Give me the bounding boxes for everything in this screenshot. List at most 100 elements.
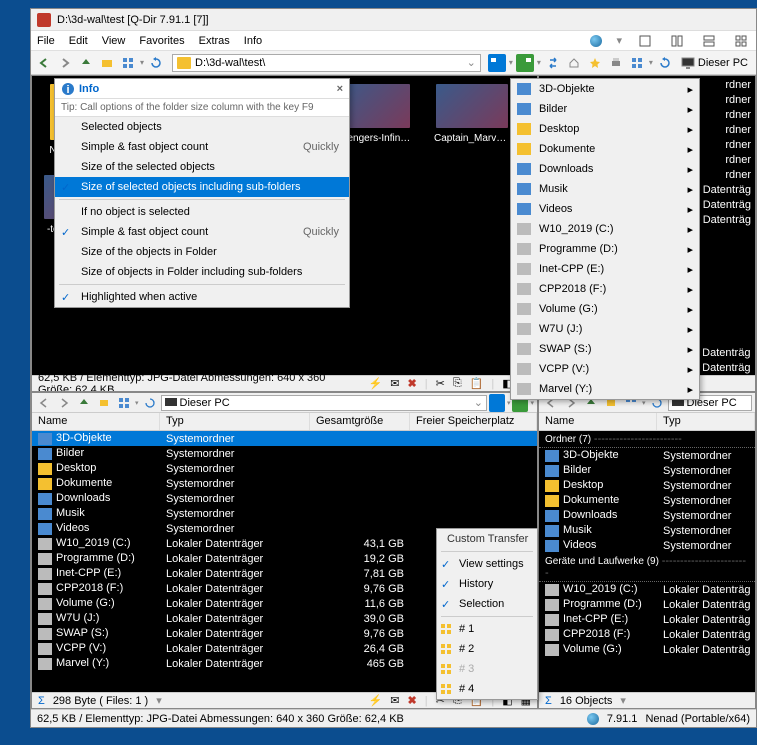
info-menu-item[interactable]: ✓Highlighted when active [55, 287, 349, 307]
print-icon[interactable] [607, 54, 625, 72]
menu-info[interactable]: Info [244, 35, 262, 47]
table-row[interactable]: VideosSystemordner [539, 538, 755, 553]
pane-2-icon[interactable] [516, 54, 534, 72]
refresh2-icon[interactable] [656, 54, 674, 72]
table-row[interactable]: 3D-ObjekteSystemordner [539, 448, 755, 463]
grid-icon[interactable] [628, 54, 646, 72]
table-row[interactable]: 3D-ObjekteSystemordner [32, 431, 537, 446]
col-size[interactable]: Gesamtgröße [310, 413, 410, 430]
col-name[interactable]: Name [32, 413, 160, 430]
fav-menu-item[interactable]: Musik▸ [511, 179, 699, 199]
paste-icon[interactable]: 📋 [470, 377, 484, 390]
table-row[interactable]: W10_2019 (C:)Lokaler Datenträg [539, 582, 755, 597]
layout-1-icon[interactable] [636, 32, 654, 50]
fav-menu-item[interactable]: Dokumente▸ [511, 139, 699, 159]
transfer-menu-item[interactable]: ✓History [437, 574, 537, 594]
home-icon[interactable] [565, 54, 583, 72]
info-menu-item[interactable]: Selected objects [55, 117, 349, 137]
table-row[interactable]: MusikSystemordner [32, 506, 537, 521]
table-row[interactable]: MusikSystemordner [539, 523, 755, 538]
table-row[interactable]: DokumenteSystemordner [539, 493, 755, 508]
menu-view[interactable]: View [102, 35, 126, 47]
bl-up-icon[interactable] [75, 394, 93, 412]
fav-menu-item[interactable]: CPP2018 (F:)▸ [511, 279, 699, 299]
table-row[interactable]: CPP2018 (F:)Lokaler Datenträg [539, 627, 755, 642]
flash-icon[interactable]: ⚡ [369, 694, 383, 707]
fav-menu-item[interactable]: W10_2019 (C:)▸ [511, 219, 699, 239]
flash-icon[interactable]: ⚡ [369, 377, 383, 390]
layout-3-icon[interactable] [700, 32, 718, 50]
nav-up-icon[interactable] [77, 54, 95, 72]
close-icon[interactable]: × [337, 83, 343, 95]
info-menu-item[interactable]: Simple & fast object countQuickly [55, 137, 349, 157]
fav-menu-item[interactable]: Desktop▸ [511, 119, 699, 139]
table-row[interactable]: DokumenteSystemordner [32, 476, 537, 491]
info-menu-item[interactable]: If no object is selected [55, 202, 349, 222]
transfer-menu-item[interactable]: # 1 [437, 619, 537, 639]
table-row[interactable]: Programme (D:)Lokaler Datenträg [539, 597, 755, 612]
bl-pane1-icon[interactable] [489, 394, 505, 412]
info-menu-item[interactable]: ✓Simple & fast object countQuickly [55, 222, 349, 242]
globe-icon[interactable] [590, 35, 602, 47]
titlebar[interactable]: D:\3d-wal\test [Q-Dir 7.91.1 [7]] [31, 9, 756, 31]
transfer-menu-item[interactable]: ✓View settings [437, 554, 537, 574]
sync-icon[interactable] [544, 54, 562, 72]
table-row[interactable]: BilderSystemordner [32, 446, 537, 461]
copy-icon[interactable]: ⎘ [453, 377, 462, 390]
bl-view-icon[interactable] [115, 394, 133, 412]
thumbnail[interactable]: Captain_Marvel.jpg [432, 84, 512, 157]
menu-file[interactable]: File [37, 35, 55, 47]
info-menu-item[interactable]: Size of objects in Folder including sub-… [55, 262, 349, 282]
layout-2-icon[interactable] [668, 32, 686, 50]
info-menu-item[interactable]: Size of the objects in Folder [55, 242, 349, 262]
fav-menu-item[interactable]: Volume (G:)▸ [511, 299, 699, 319]
menu-edit[interactable]: Edit [69, 35, 88, 47]
br-header[interactable]: Name Typ [539, 413, 755, 431]
fav-menu-item[interactable]: Videos▸ [511, 199, 699, 219]
group-header[interactable]: Geräte und Laufwerke (9) ---------------… [539, 553, 755, 582]
bl-address[interactable]: Dieser PC ⌄ [161, 395, 487, 411]
cut-icon[interactable]: ✂ [436, 377, 445, 390]
delete-icon[interactable]: ✖ [408, 377, 417, 390]
transfer-menu-item[interactable]: # 4 [437, 679, 537, 699]
mail-icon[interactable]: ✉ [390, 694, 399, 707]
menu-extras[interactable]: Extras [199, 35, 230, 47]
dieser-pc-label[interactable]: Dieser PC [698, 57, 748, 69]
col-free[interactable]: Freier Speicherplatz [410, 413, 537, 430]
nav-fwd-icon[interactable] [56, 54, 74, 72]
bl-back-icon[interactable] [35, 394, 53, 412]
fav-menu-item[interactable]: SWAP (S:)▸ [511, 339, 699, 359]
star-icon[interactable] [586, 54, 604, 72]
fav-menu-item[interactable]: Marvel (Y:)▸ [511, 379, 699, 399]
fav-menu-item[interactable]: Inet-CPP (E:)▸ [511, 259, 699, 279]
mail-icon[interactable]: ✉ [390, 377, 399, 390]
info-menu-item[interactable]: ✓Size of selected objects including sub-… [55, 177, 349, 197]
bl-header[interactable]: Name Typ Gesamtgröße Freier Speicherplat… [32, 413, 537, 431]
col-name[interactable]: Name [539, 413, 657, 430]
fav-menu-item[interactable]: Downloads▸ [511, 159, 699, 179]
pane-1-icon[interactable] [488, 54, 506, 72]
layout-4-icon[interactable] [732, 32, 750, 50]
br-rows[interactable]: Ordner (7) ------------------------3D-Ob… [539, 431, 755, 692]
col-typ[interactable]: Typ [657, 413, 755, 430]
folder-tree-icon[interactable] [98, 54, 116, 72]
fav-menu-item[interactable]: 3D-Objekte▸ [511, 79, 699, 99]
bl-refresh-icon[interactable] [141, 394, 159, 412]
bl-fwd-icon[interactable] [55, 394, 73, 412]
transfer-menu-item[interactable]: ✓Selection [437, 594, 537, 614]
table-row[interactable]: DesktopSystemordner [539, 478, 755, 493]
table-row[interactable]: Inet-CPP (E:)Lokaler Datenträg [539, 612, 755, 627]
group-header[interactable]: Ordner (7) ------------------------ [539, 431, 755, 448]
table-row[interactable]: DownloadsSystemordner [32, 491, 537, 506]
view-mode-icon[interactable] [119, 54, 137, 72]
fav-menu-item[interactable]: W7U (J:)▸ [511, 319, 699, 339]
refresh-icon[interactable] [147, 54, 165, 72]
transfer-menu-item[interactable]: # 2 [437, 639, 537, 659]
info-menu-item[interactable]: Size of the selected objects [55, 157, 349, 177]
fav-menu-item[interactable]: Programme (D:)▸ [511, 239, 699, 259]
address-bar[interactable]: D:\3d-wal\test\ ⌄ [172, 54, 481, 72]
table-row[interactable]: Volume (G:)Lokaler Datenträg [539, 642, 755, 657]
table-row[interactable]: BilderSystemordner [539, 463, 755, 478]
fav-menu-item[interactable]: VCPP (V:)▸ [511, 359, 699, 379]
delete-icon[interactable]: ✖ [408, 694, 417, 707]
